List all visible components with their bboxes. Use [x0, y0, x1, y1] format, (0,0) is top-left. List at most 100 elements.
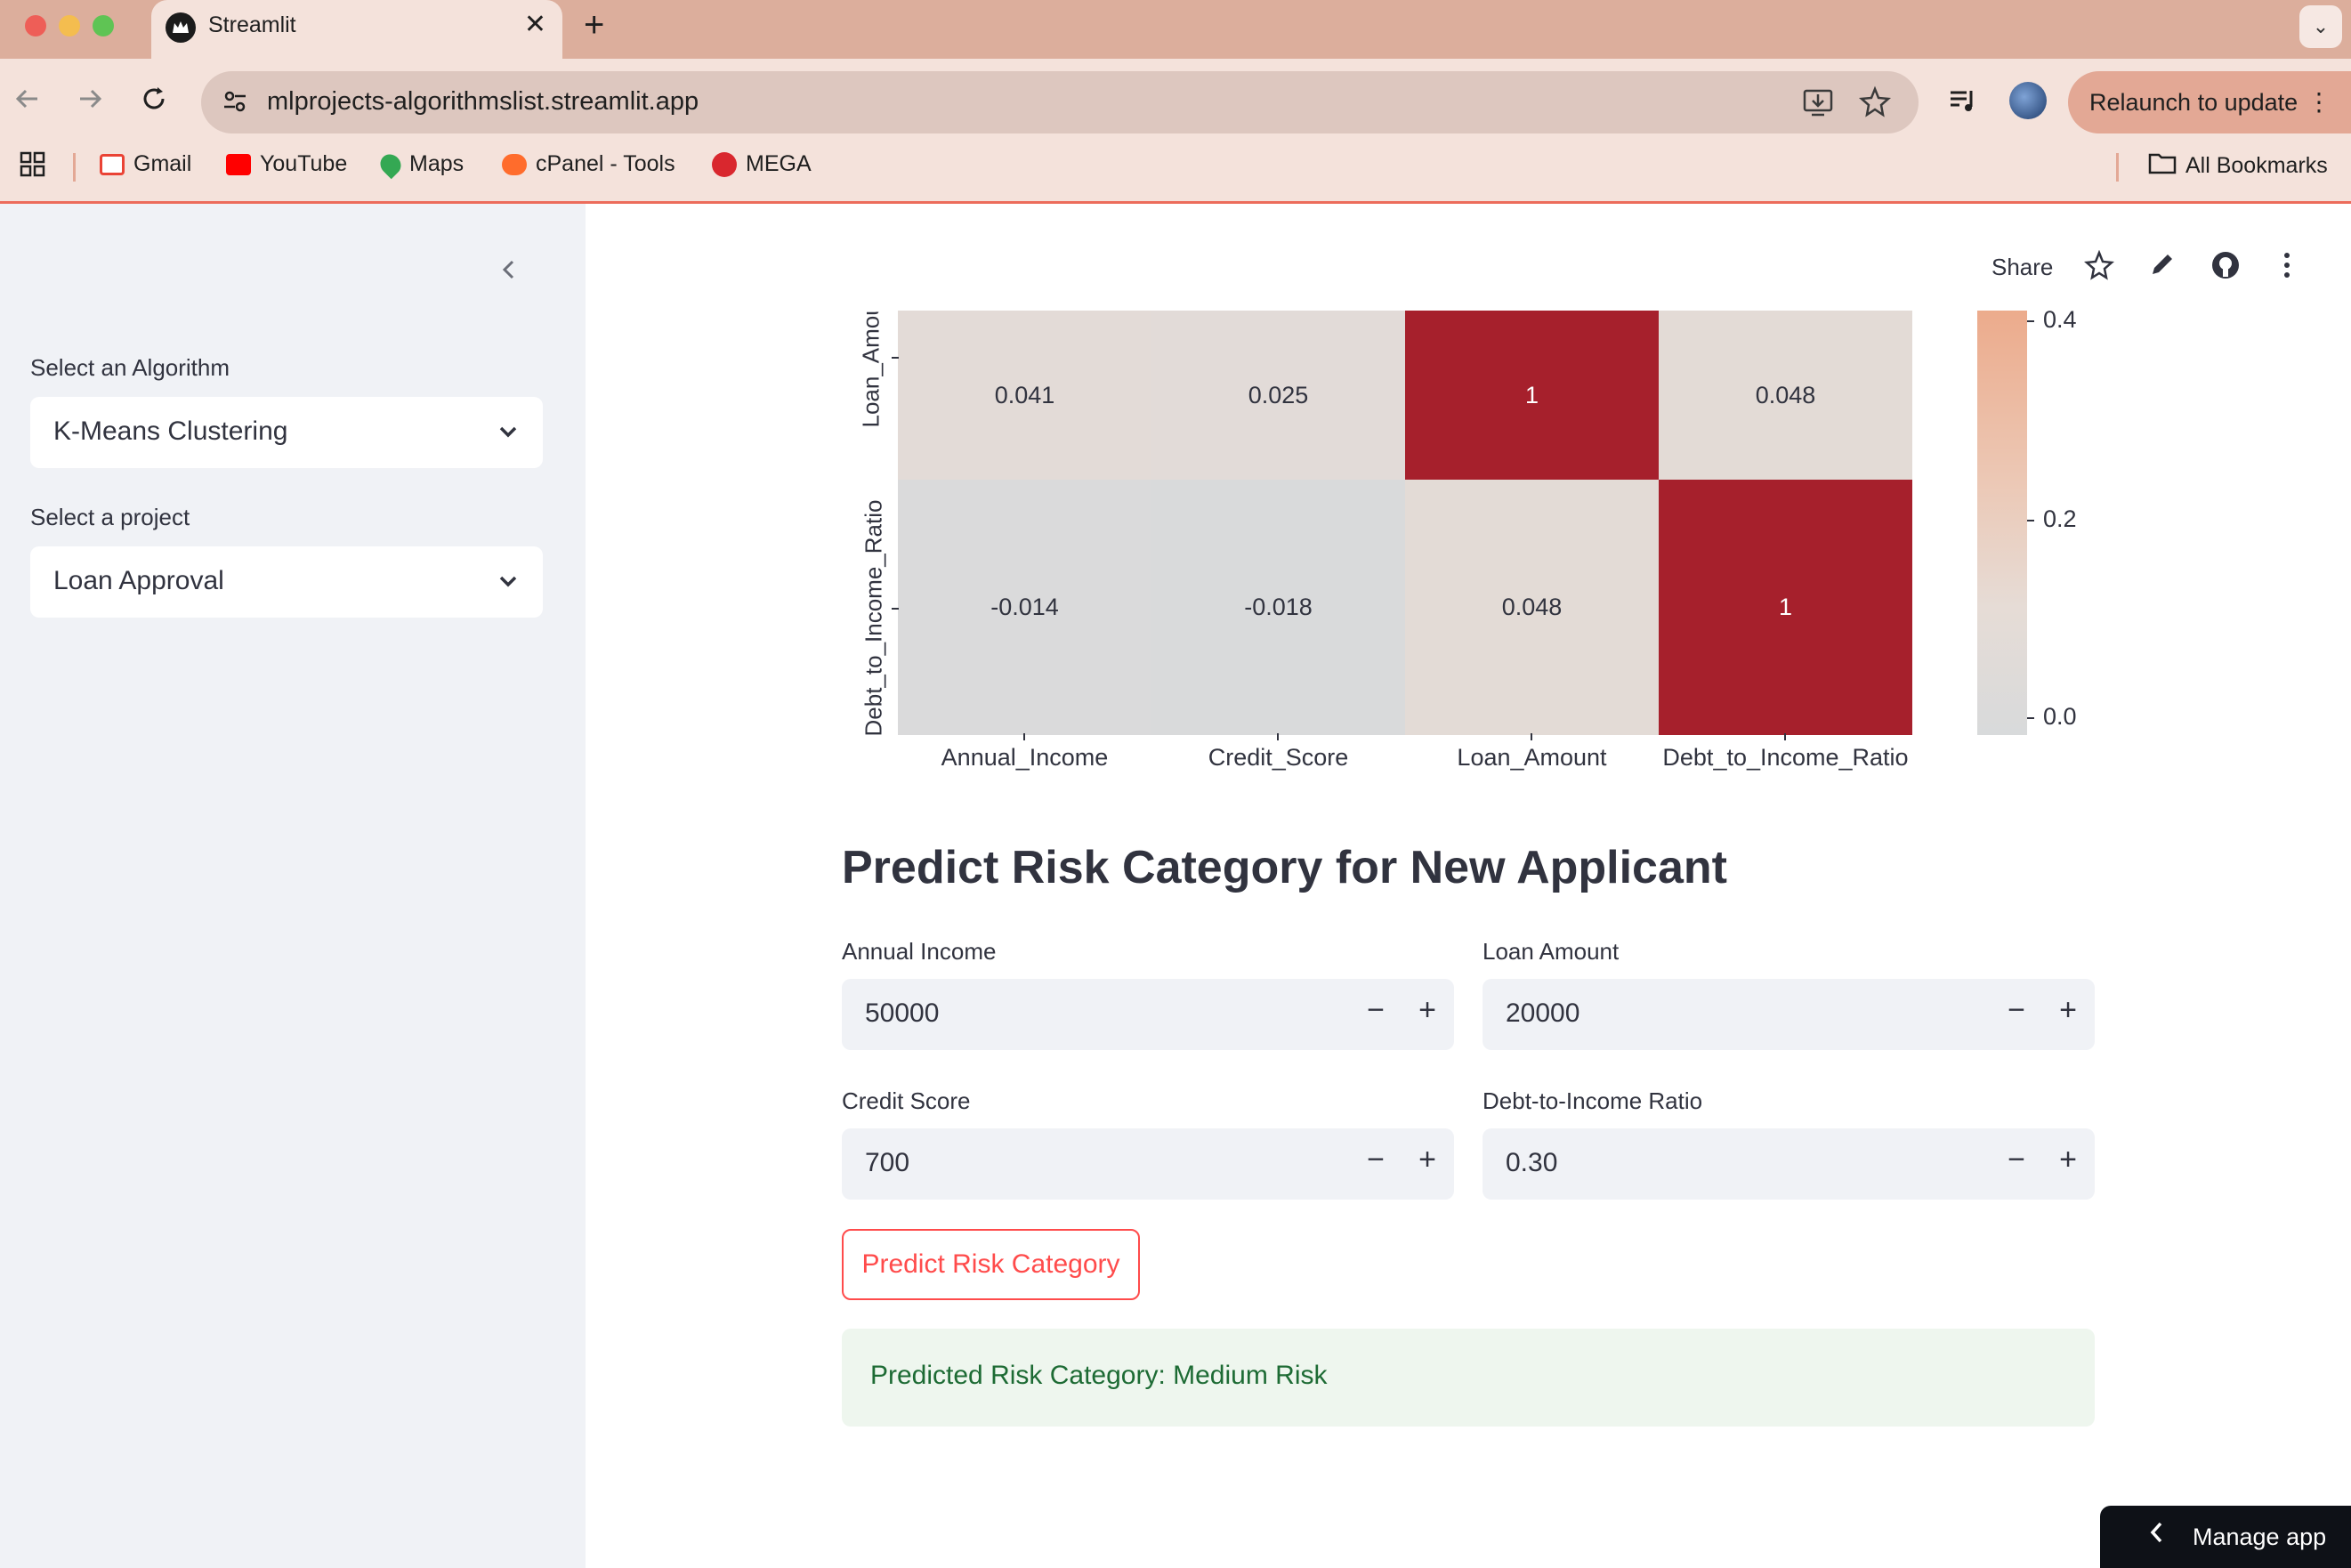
decrement-button[interactable]: −	[1367, 993, 1385, 1028]
bookmark-cpanel[interactable]: cPanel - Tools	[502, 151, 675, 177]
heatmap-cell: 0.041	[898, 311, 1151, 480]
cpanel-icon	[502, 153, 527, 175]
new-tab-button[interactable]: +	[584, 5, 604, 45]
apps-grid-icon[interactable]	[20, 151, 46, 178]
colorbar-tick-label: 0.4	[2043, 306, 2077, 333]
colorbar-tick-label: 0.0	[2043, 703, 2077, 730]
manage-app-button[interactable]: Manage app	[2100, 1506, 2351, 1568]
annual-income-input[interactable]: 50000 − +	[842, 979, 1454, 1050]
reload-icon[interactable]	[139, 84, 169, 122]
y-axis-tick	[892, 608, 899, 610]
y-tick-label-loan-amount: Loan_Amou	[857, 311, 885, 428]
algorithm-select[interactable]: K-Means Clustering	[30, 397, 543, 468]
tab-title: Streamlit	[208, 12, 296, 37]
all-bookmarks[interactable]: All Bookmarks	[2148, 151, 2328, 181]
predict-risk-button[interactable]: Predict Risk Category	[842, 1229, 1140, 1300]
increment-button[interactable]: +	[2059, 1143, 2077, 1177]
increment-button[interactable]: +	[1418, 1143, 1436, 1177]
x-tick-label: Annual_Income	[941, 744, 1109, 771]
folder-icon	[2148, 151, 2177, 181]
address-bar[interactable]: mlprojects-algorithmslist.streamlit.app	[201, 71, 1919, 133]
bookmark-star-icon[interactable]	[1858, 85, 1892, 124]
maps-pin-icon	[376, 150, 406, 179]
edit-pencil-icon[interactable]	[2148, 250, 2177, 285]
x-axis-tick	[1784, 733, 1786, 740]
credit-score-input[interactable]: 700 − +	[842, 1128, 1454, 1200]
x-tick-label: Debt_to_Income_Ratio	[1662, 744, 1909, 771]
bookmark-label: Maps	[409, 151, 465, 176]
github-icon[interactable]	[2210, 250, 2241, 287]
manage-app-label: Manage app	[2193, 1524, 2327, 1550]
colorbar-tick	[2027, 520, 2034, 521]
media-control-icon[interactable]	[1947, 85, 1979, 122]
bookmark-maps[interactable]: Maps	[376, 150, 465, 179]
heatmap-cell: 0.048	[1405, 480, 1659, 735]
heatmap-cell: -0.018	[1151, 480, 1405, 735]
install-app-icon[interactable]	[1801, 85, 1835, 124]
loan-amount-value[interactable]: 20000	[1506, 998, 1579, 1029]
credit-score-value[interactable]: 700	[865, 1148, 909, 1178]
project-select-value: Loan Approval	[53, 566, 224, 595]
window-close-button[interactable]	[25, 15, 46, 36]
bookmark-label: cPanel - Tools	[536, 151, 675, 176]
browser-tab-bar: Streamlit ✕ + ⌄	[0, 0, 2351, 59]
collapse-sidebar-chevron-icon[interactable]	[497, 257, 521, 289]
y-axis-tick	[892, 357, 899, 359]
profile-avatar[interactable]	[2009, 82, 2047, 119]
bookmark-label: YouTube	[260, 151, 348, 176]
share-button[interactable]: Share	[1991, 254, 2053, 281]
algorithm-select-label: Select an Algorithm	[30, 354, 230, 381]
credit-score-label: Credit Score	[842, 1087, 971, 1114]
bookmark-label: MEGA	[746, 151, 812, 176]
heatmap-cell: 1	[1405, 311, 1659, 480]
url-text[interactable]: mlprojects-algorithmslist.streamlit.app	[267, 87, 699, 117]
heatmap-cell: -0.014	[898, 480, 1151, 735]
loan-amount-label: Loan Amount	[1483, 938, 1620, 965]
tab-close-icon[interactable]: ✕	[524, 9, 546, 40]
bookmarks-separator	[73, 153, 76, 182]
heatmap-colorbar	[1977, 311, 2027, 735]
window-maximize-button[interactable]	[93, 15, 114, 36]
streamlit-favicon-icon	[166, 12, 196, 43]
dti-input[interactable]: 0.30 − +	[1483, 1128, 2095, 1200]
relaunch-label: Relaunch to update	[2089, 89, 2298, 116]
window-minimize-button[interactable]	[59, 15, 80, 36]
increment-button[interactable]: +	[2059, 993, 2077, 1028]
x-tick-label: Credit_Score	[1208, 744, 1349, 771]
section-title: Predict Risk Category for New Applicant	[842, 842, 1727, 893]
colorbar-tick	[2027, 717, 2034, 719]
decrement-button[interactable]: −	[2008, 993, 2025, 1028]
bookmark-mega[interactable]: MEGA	[712, 151, 812, 177]
favorite-star-icon[interactable]	[2084, 249, 2114, 287]
increment-button[interactable]: +	[1418, 993, 1436, 1028]
main-menu-kebab-icon[interactable]	[2282, 250, 2292, 287]
all-bookmarks-label: All Bookmarks	[2185, 153, 2328, 178]
mega-icon	[712, 151, 737, 177]
bookmark-youtube[interactable]: YouTube	[226, 151, 347, 177]
relaunch-to-update-button[interactable]: Relaunch to update ⋮	[2068, 71, 2351, 133]
dti-value[interactable]: 0.30	[1506, 1148, 1557, 1178]
tab-search-button[interactable]: ⌄	[2299, 5, 2342, 48]
youtube-icon	[226, 153, 251, 175]
dti-label: Debt-to-Income Ratio	[1483, 1087, 1703, 1114]
loan-amount-input[interactable]: 20000 − +	[1483, 979, 2095, 1050]
chevron-down-icon	[497, 570, 520, 597]
x-axis-tick	[1531, 733, 1532, 740]
forward-arrow-icon[interactable]	[75, 84, 105, 122]
site-settings-icon[interactable]	[221, 87, 249, 120]
decrement-button[interactable]: −	[1367, 1143, 1385, 1177]
project-select[interactable]: Loan Approval	[30, 546, 543, 618]
annual-income-value[interactable]: 50000	[865, 998, 939, 1029]
x-tick-label: Loan_Amount	[1457, 744, 1607, 771]
browser-menu-icon[interactable]: ⋮	[2307, 71, 2331, 133]
prediction-result-text: Predicted Risk Category: Medium Risk	[870, 1361, 1328, 1390]
heatmap-cell: 0.025	[1151, 311, 1405, 480]
x-axis-tick	[1023, 733, 1025, 740]
heatmap-cell: 0.048	[1659, 311, 1912, 480]
browser-tab-streamlit[interactable]: Streamlit ✕	[151, 0, 562, 59]
back-arrow-icon[interactable]	[12, 84, 43, 122]
bookmark-gmail[interactable]: Gmail	[100, 151, 191, 177]
decrement-button[interactable]: −	[2008, 1143, 2025, 1177]
chevron-down-icon	[497, 420, 520, 448]
sidebar: Select an Algorithm K-Means Clustering S…	[0, 204, 586, 1568]
